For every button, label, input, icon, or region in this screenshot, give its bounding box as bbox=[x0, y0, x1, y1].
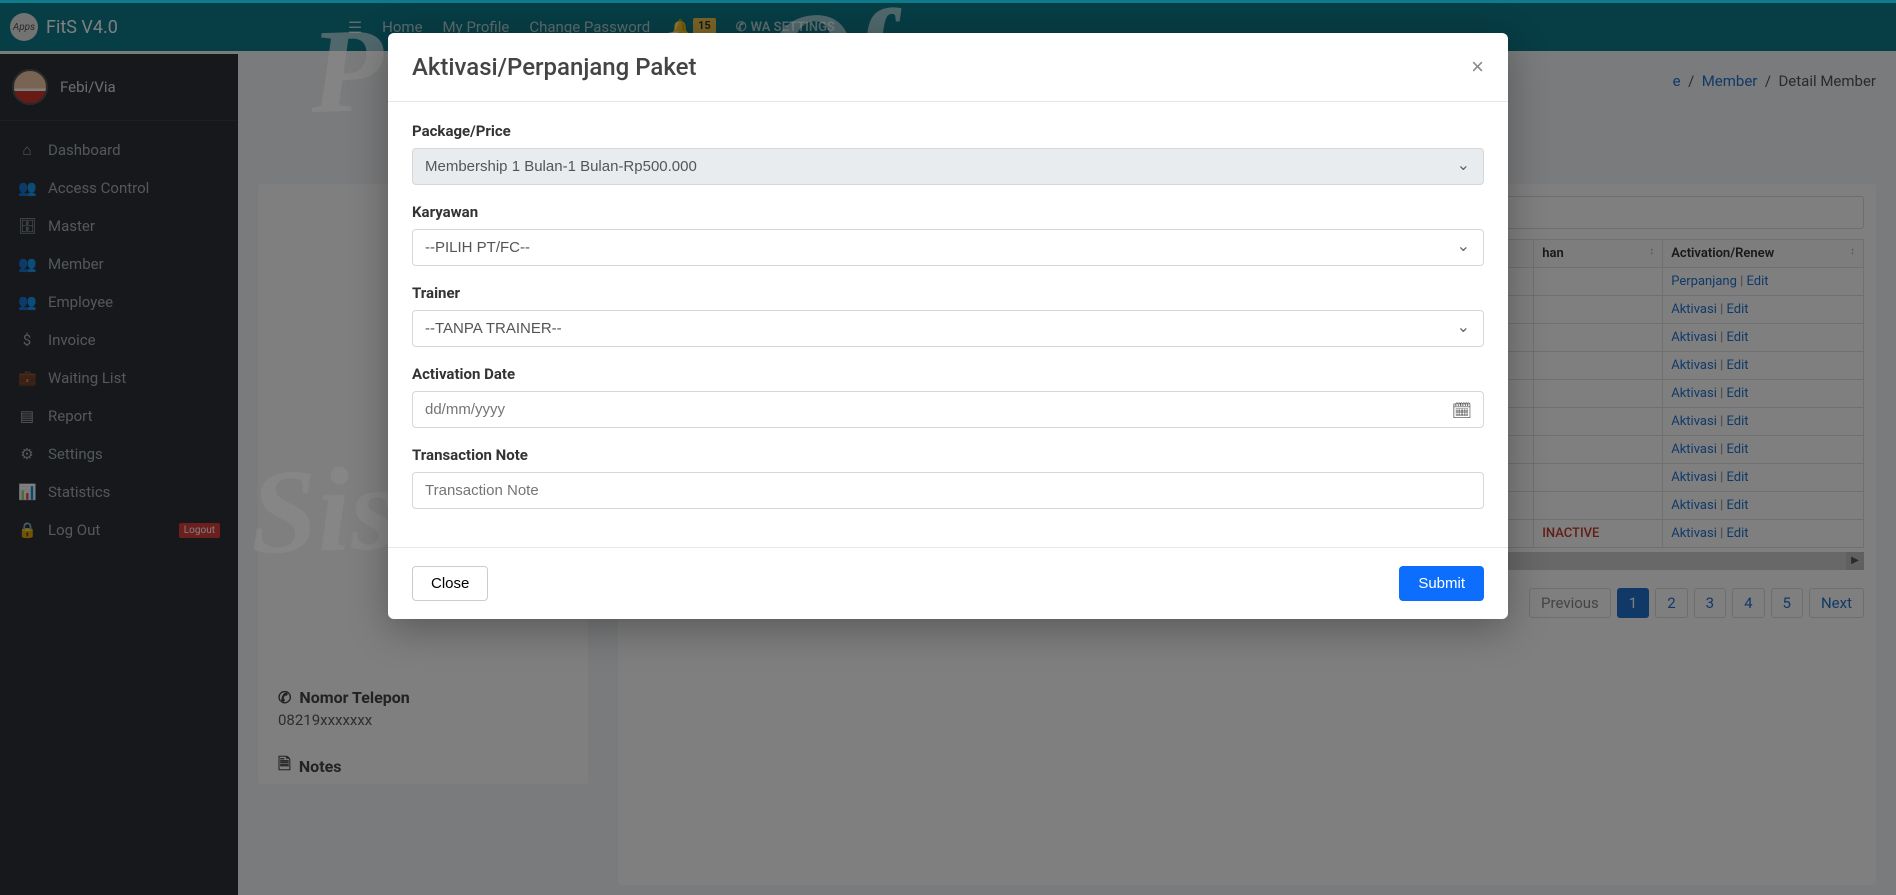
input-activation-date[interactable] bbox=[412, 391, 1484, 428]
input-transaction-note[interactable] bbox=[412, 472, 1484, 509]
label-activation-date: Activation Date bbox=[412, 365, 1484, 383]
select-package[interactable]: Membership 1 Bulan-1 Bulan-Rp500.000 bbox=[412, 148, 1484, 185]
modal-close-button[interactable]: × bbox=[1471, 54, 1484, 80]
aktivasi-modal: Aktivasi/Perpanjang Paket × Package/Pric… bbox=[388, 33, 1508, 619]
modal-title: Aktivasi/Perpanjang Paket bbox=[412, 53, 696, 81]
label-package: Package/Price bbox=[412, 122, 1484, 140]
close-button[interactable]: Close bbox=[412, 566, 488, 601]
select-trainer[interactable]: --TANPA TRAINER-- bbox=[412, 310, 1484, 347]
calendar-icon[interactable]: 🗓 bbox=[1452, 401, 1472, 420]
label-karyawan: Karyawan bbox=[412, 203, 1484, 221]
select-karyawan[interactable]: --PILIH PT/FC-- bbox=[412, 229, 1484, 266]
submit-button[interactable]: Submit bbox=[1399, 566, 1484, 601]
label-transaction-note: Transaction Note bbox=[412, 446, 1484, 464]
label-trainer: Trainer bbox=[412, 284, 1484, 302]
